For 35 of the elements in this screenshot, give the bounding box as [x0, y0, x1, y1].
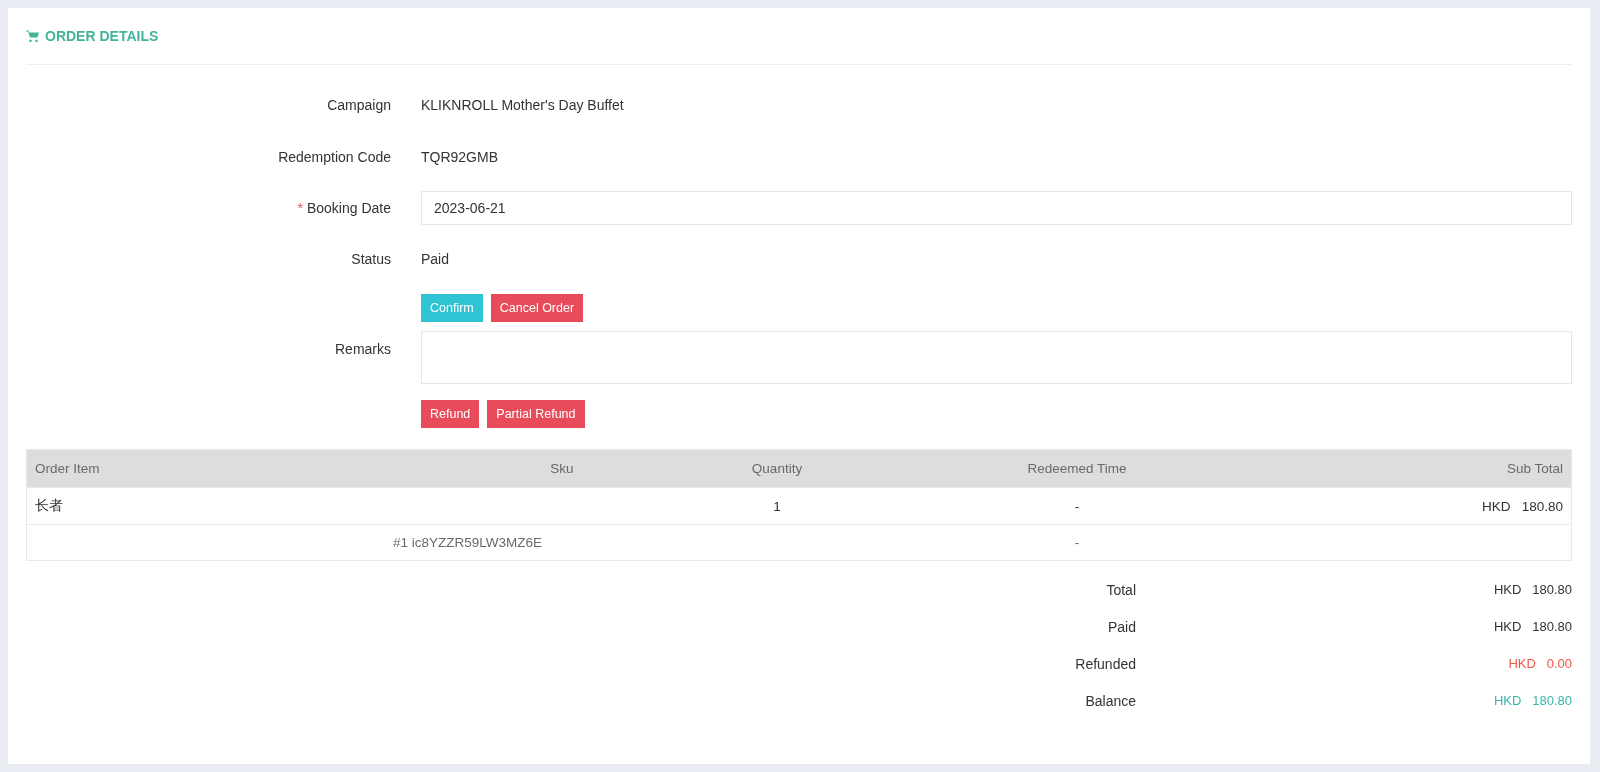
column-header: Sku — [549, 461, 575, 476]
field-value: KLIKNROLL Mother's Day Buffet — [421, 97, 625, 113]
table-cell-text: - — [1073, 535, 1081, 550]
field-label: Campaign — [326, 97, 391, 113]
field-label: Remarks — [334, 340, 391, 357]
cart-icon — [26, 30, 39, 42]
column-header: Sub Total — [1505, 461, 1564, 476]
field-value: TQR92GMB — [421, 149, 499, 165]
field-value: Paid — [421, 251, 451, 267]
total-label: Balance — [1084, 692, 1136, 709]
total-label: Refunded — [1074, 655, 1136, 672]
remarks-field[interactable] — [421, 331, 1572, 384]
total-label: Total — [1105, 581, 1136, 598]
column-header: Order Item — [34, 461, 101, 476]
action-button[interactable]: Partial Refund — [487, 400, 585, 428]
table-cell-text: HKD 180.80 — [1480, 498, 1564, 514]
panel-title: ORDER DETAILS — [45, 28, 159, 44]
field-label: Status — [350, 251, 391, 267]
action-button[interactable]: Refund — [421, 400, 480, 428]
table-cell-text: #1 ic8YZZR59LW3MZ6E — [391, 535, 543, 550]
field-label: * Booking Date — [296, 200, 391, 216]
table-cell-text: - — [1073, 498, 1081, 514]
field-label: Redemption Code — [277, 149, 391, 165]
date-input[interactable]: 2023-06-21 — [421, 191, 1572, 225]
total-amount: HKD 0.00 — [1507, 656, 1572, 671]
column-header: Quantity — [750, 461, 804, 476]
total-amount: HKD 180.80 — [1492, 619, 1572, 634]
action-button[interactable]: Cancel Order — [490, 294, 584, 322]
column-header: Redeemed Time — [1026, 461, 1128, 476]
action-button[interactable]: Confirm — [421, 294, 483, 322]
total-amount: HKD 180.80 — [1492, 582, 1572, 597]
table-cell-text: 1 — [772, 498, 782, 514]
total-label: Paid — [1106, 618, 1136, 635]
total-amount: HKD 180.80 — [1492, 693, 1572, 708]
table-cell-text: 长者 — [34, 497, 64, 515]
